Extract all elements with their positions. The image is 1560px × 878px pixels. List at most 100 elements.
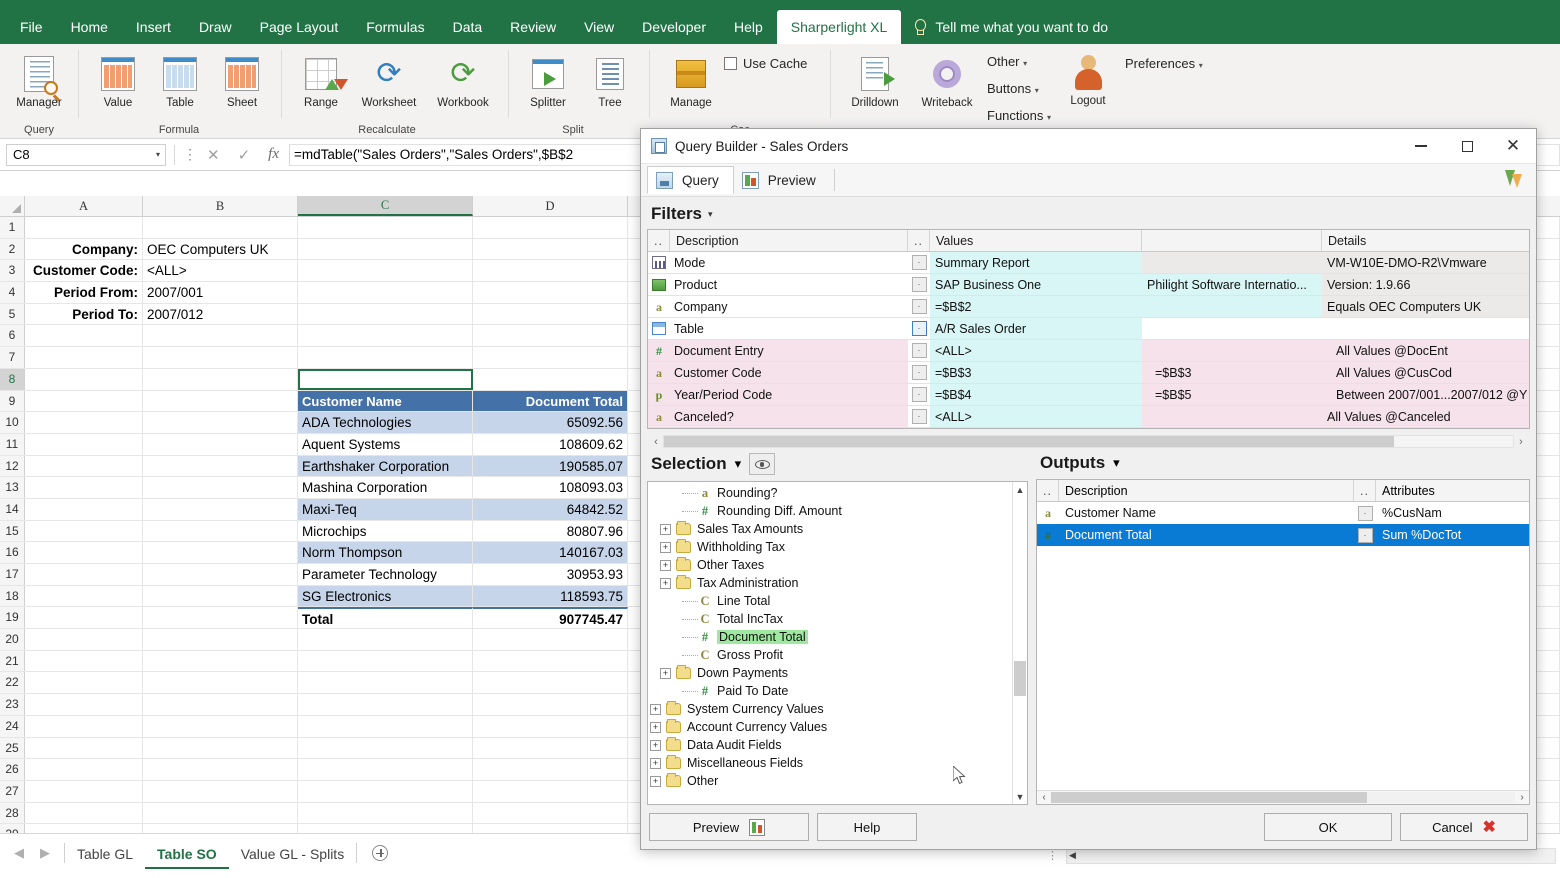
filter-selector-button[interactable]: ·	[908, 252, 930, 273]
drag-handle-icon[interactable]: ⋮	[183, 146, 197, 163]
cell-d23[interactable]	[473, 694, 628, 715]
filter-value2[interactable]	[1142, 252, 1322, 273]
row-header[interactable]: 13	[0, 477, 25, 498]
scrollbar-track[interactable]	[1013, 497, 1027, 789]
cell-a16[interactable]	[25, 542, 143, 563]
cell-d29[interactable]	[473, 824, 628, 833]
cell-b10[interactable]	[143, 412, 298, 433]
cell-a14[interactable]	[25, 498, 143, 520]
cell-b26[interactable]	[143, 759, 298, 780]
row-header-selected[interactable]: 8	[0, 368, 25, 390]
cell-b11[interactable]	[143, 433, 298, 455]
cell-a11[interactable]	[25, 433, 143, 455]
tree-item-line-total[interactable]: C Line Total	[648, 592, 1012, 610]
column-header-b[interactable]: B	[143, 196, 298, 216]
cell-b23[interactable]	[143, 694, 298, 715]
cell-a25[interactable]	[25, 737, 143, 759]
cell-c21[interactable]	[298, 650, 473, 672]
cell-c24[interactable]	[298, 715, 473, 737]
tab-query[interactable]: Query	[647, 166, 734, 194]
ok-button[interactable]: OK	[1264, 813, 1392, 841]
cell-a6[interactable]	[25, 325, 143, 347]
cancel-button[interactable]: Cancel ✖	[1400, 813, 1528, 841]
scrollbar-track[interactable]	[1051, 792, 1515, 803]
row-header[interactable]: 7	[0, 347, 25, 368]
cell-b9[interactable]	[143, 390, 298, 412]
menu-functions[interactable]: Functions ▾	[987, 108, 1051, 123]
ribbon-tab-formulas[interactable]: Formulas	[352, 10, 438, 44]
cell-a7[interactable]	[25, 347, 143, 368]
tree-item-total-inctax[interactable]: C Total IncTax	[648, 610, 1012, 628]
drilldown-button[interactable]: Drilldown	[839, 48, 911, 110]
tree-item-down-payments[interactable]: + Down Payments	[648, 664, 1012, 682]
manager-button[interactable]: Manager	[8, 48, 70, 110]
cell-b7[interactable]	[143, 347, 298, 368]
expand-icon[interactable]: +	[660, 523, 671, 535]
row-header[interactable]: 22	[0, 672, 25, 694]
cell-d5[interactable]	[473, 303, 628, 325]
tree-item-other[interactable]: + Other	[648, 772, 1012, 790]
cell-d22[interactable]	[473, 672, 628, 694]
scroll-down-icon[interactable]: ▼	[1013, 789, 1027, 804]
cell-a13[interactable]	[25, 477, 143, 498]
filter-value2[interactable]	[1142, 340, 1322, 361]
filters-horizontal-scrollbar[interactable]: ‹ ›	[649, 434, 1528, 449]
filter-value2[interactable]: Philight Software Internatio...	[1142, 274, 1322, 295]
filter-row-customer-code[interactable]: a Customer Code · =$B$3 =$B$3 All Values…	[648, 362, 1529, 384]
next-sheet-icon[interactable]: ▶	[40, 839, 50, 867]
filter-value2[interactable]	[1142, 318, 1322, 339]
row-header[interactable]: 4	[0, 282, 25, 303]
cell-d6[interactable]	[473, 325, 628, 347]
manage-button[interactable]: Manage	[658, 48, 724, 110]
cell-c1[interactable]	[298, 217, 473, 238]
cell-c28[interactable]	[298, 802, 473, 824]
cell-b2[interactable]: OEC Computers UK	[143, 238, 298, 260]
tree-item-other-taxes[interactable]: + Other Taxes	[648, 556, 1012, 574]
filters-col-details[interactable]: Details	[1322, 230, 1529, 251]
filter-value[interactable]: =$B$3	[930, 362, 1142, 383]
cell-c22[interactable]	[298, 672, 473, 694]
cell-b13[interactable]	[143, 477, 298, 498]
value-button[interactable]: Value	[87, 48, 149, 110]
filter-selector-button[interactable]: ·	[908, 340, 930, 361]
row-header[interactable]: 15	[0, 520, 25, 542]
confirm-formula-icon[interactable]: ✓	[238, 146, 251, 164]
chevron-down-icon[interactable]: ▾	[1113, 455, 1120, 471]
cell-b15[interactable]	[143, 520, 298, 542]
sheet-tab-value-gl-splits[interactable]: Value GL - Splits	[229, 839, 357, 869]
row-header[interactable]: 9	[0, 390, 25, 412]
logout-button[interactable]: Logout	[1055, 48, 1121, 108]
selection-tree[interactable]: a Rounding? # Rounding Diff. Amount + Sa…	[647, 481, 1028, 805]
row-header[interactable]: 27	[0, 780, 25, 802]
column-header-c[interactable]: C	[298, 196, 473, 216]
row-header[interactable]: 18	[0, 585, 25, 607]
filter-value2[interactable]	[1142, 296, 1322, 317]
scrollbar-thumb[interactable]	[1051, 792, 1367, 803]
filter-row-product[interactable]: Product · SAP Business One Philight Soft…	[648, 274, 1529, 296]
tree-item-system-currency-values[interactable]: + System Currency Values	[648, 700, 1012, 718]
expand-icon[interactable]: +	[650, 703, 661, 715]
cell-c29[interactable]	[298, 824, 473, 833]
filter-selector-button[interactable]: ·	[908, 296, 930, 317]
filters-col-description[interactable]: Description	[670, 230, 908, 251]
cell-a20[interactable]	[25, 629, 143, 650]
filter-value[interactable]: =$B$4	[930, 384, 1142, 405]
use-cache-checkbox[interactable]: Use Cache	[724, 56, 807, 71]
expand-icon[interactable]: +	[660, 667, 671, 679]
cell-b14[interactable]	[143, 498, 298, 520]
cell-d4[interactable]	[473, 282, 628, 303]
filter-row-year-period-code[interactable]: p Year/Period Code · =$B$4 =$B$5 Between…	[648, 384, 1529, 406]
filter-row-mode[interactable]: Mode · Summary Report VM-W10E-DMO-R2\Vmw…	[648, 252, 1529, 274]
ribbon-tab-help[interactable]: Help	[720, 10, 777, 44]
expand-icon[interactable]: +	[660, 577, 671, 589]
cell-d3[interactable]	[473, 260, 628, 282]
cell-a1[interactable]	[25, 217, 143, 238]
filter-selector-button[interactable]: ·	[908, 384, 930, 405]
prev-sheet-icon[interactable]: ◀	[14, 839, 24, 867]
worksheet-button[interactable]: ⟳ Worksheet	[352, 48, 426, 110]
row-header[interactable]: 25	[0, 737, 25, 759]
cell-b18[interactable]	[143, 585, 298, 607]
outputs-col-attributes[interactable]: Attributes	[1376, 480, 1529, 501]
cell-b20[interactable]	[143, 629, 298, 650]
range-button[interactable]: Range	[290, 48, 352, 110]
